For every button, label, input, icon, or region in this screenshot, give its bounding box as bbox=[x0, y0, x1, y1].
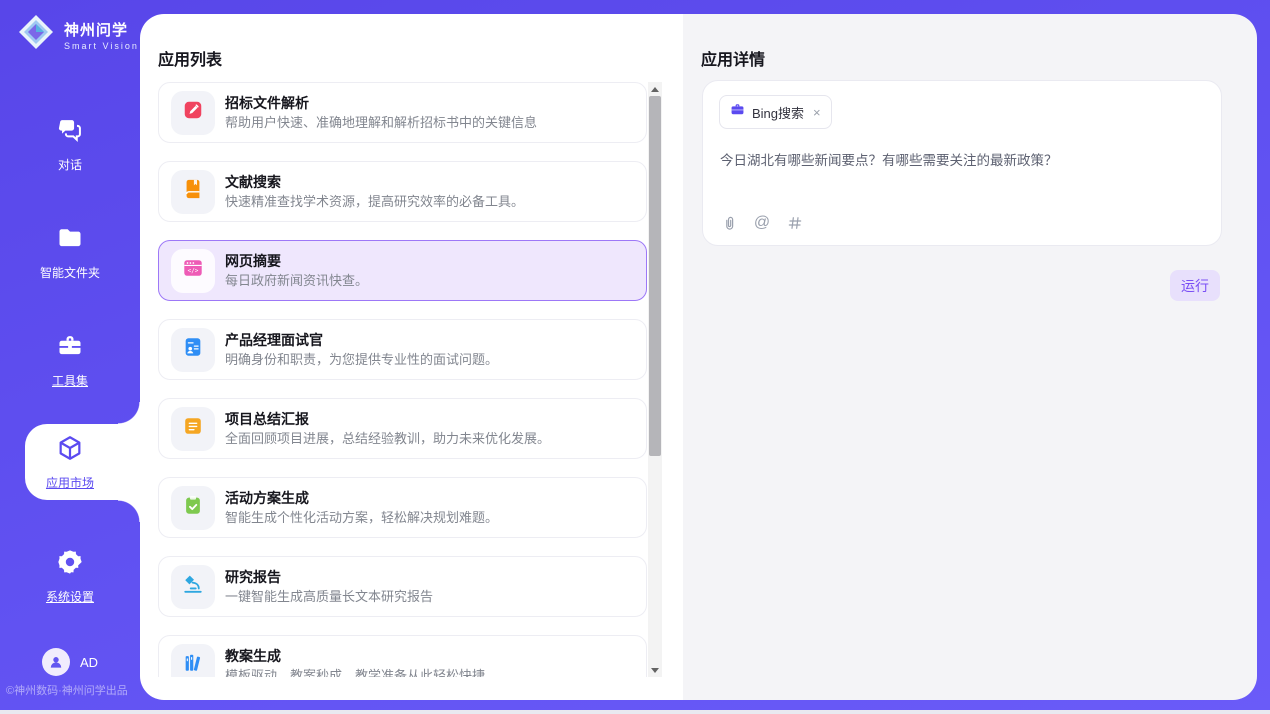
edit-square-icon bbox=[182, 99, 204, 126]
app-detail-title: 应用详情 bbox=[701, 46, 765, 70]
sidebar-item-cube[interactable]: 应用市场 bbox=[0, 424, 140, 500]
copyright-text: ©神州数码·神州问学出品 bbox=[6, 682, 128, 698]
sidebar-item-label: 系统设置 bbox=[46, 588, 94, 605]
briefcase-icon bbox=[730, 102, 745, 122]
app-card-description: 每日政府新闻资讯快查。 bbox=[225, 271, 368, 290]
scrollbar-thumb[interactable] bbox=[649, 96, 661, 456]
diamond-logo-icon bbox=[16, 12, 56, 57]
app-list-title: 应用列表 bbox=[158, 46, 222, 70]
app-card-description: 明确身份和职责，为您提供专业性的面试问题。 bbox=[225, 350, 498, 369]
app-card-title: 教案生成 bbox=[225, 646, 485, 666]
tool-tag-bing-search[interactable]: Bing搜索 × bbox=[719, 95, 832, 129]
user-initials: AD bbox=[80, 655, 98, 670]
sidebar-item-label: 应用市场 bbox=[46, 474, 94, 491]
browser-icon: </> bbox=[182, 257, 204, 284]
app-card-title: 项目总结汇报 bbox=[225, 409, 550, 429]
sidebar-item-label: 工具集 bbox=[52, 372, 88, 389]
app-card-description: 全面回顾项目进展，总结经验教训，助力未来优化发展。 bbox=[225, 429, 550, 448]
app-cards-list: 招标文件解析 帮助用户快速、准确地理解和解析招标书中的关键信息 文献搜索 快速精… bbox=[158, 82, 647, 677]
app-list-section: 应用列表 招标文件解析 帮助用户快速、准确地理解和解析招标书中的关键信息 文献搜… bbox=[140, 14, 683, 700]
scroll-up-button[interactable] bbox=[648, 82, 662, 96]
main-panel: 应用列表 招标文件解析 帮助用户快速、准确地理解和解析招标书中的关键信息 文献搜… bbox=[140, 14, 1257, 700]
book-icon bbox=[182, 178, 204, 205]
scrollbar[interactable] bbox=[648, 82, 662, 677]
brand-name: 神州问学 bbox=[64, 19, 139, 40]
app-card-title: 研究报告 bbox=[225, 567, 433, 587]
app-card[interactable]: 产品经理面试官 明确身份和职责，为您提供专业性的面试问题。 bbox=[158, 319, 647, 380]
app-card[interactable]: 教案生成 模板驱动，教案秒成，教学准备从此轻松快捷 bbox=[158, 635, 647, 677]
sidebar: 神州问学 Smart Vision 对话 智能文件夹 工具集 应用市场 bbox=[0, 0, 140, 710]
tag-close-icon[interactable]: × bbox=[813, 106, 821, 119]
bottom-strip bbox=[0, 710, 1270, 714]
sidebar-item-label: 智能文件夹 bbox=[40, 264, 100, 281]
app-card-description: 快速精准查找学术资源，提高研究效率的必备工具。 bbox=[225, 192, 524, 211]
app-card-title: 活动方案生成 bbox=[225, 488, 498, 508]
app-card-description: 一键智能生成高质量长文本研究报告 bbox=[225, 587, 433, 606]
user-icon bbox=[47, 653, 65, 671]
scroll-down-button[interactable] bbox=[648, 663, 662, 677]
prompt-card: Bing搜索 × 今日湖北有哪些新闻要点？有哪些需要关注的最新政策？ @ bbox=[702, 80, 1222, 246]
sidebar-item-toolbox[interactable]: 工具集 bbox=[0, 324, 140, 396]
app-card-title: 产品经理面试官 bbox=[225, 330, 498, 350]
toolbox-icon bbox=[56, 332, 84, 365]
app-card[interactable]: </> 网页摘要 每日政府新闻资讯快查。 bbox=[158, 240, 647, 301]
app-card-title: 文献搜索 bbox=[225, 172, 524, 192]
chat-icon bbox=[56, 116, 84, 149]
app-card[interactable]: 研究报告 一键智能生成高质量长文本研究报告 bbox=[158, 556, 647, 617]
app-card[interactable]: 招标文件解析 帮助用户快速、准确地理解和解析招标书中的关键信息 bbox=[158, 82, 647, 143]
user-account[interactable]: AD bbox=[0, 648, 140, 676]
brand-logo: 神州问学 Smart Vision bbox=[16, 12, 139, 57]
run-button[interactable]: 运行 bbox=[1170, 270, 1220, 301]
mention-icon[interactable]: @ bbox=[753, 214, 771, 232]
tool-tag-label: Bing搜索 bbox=[752, 103, 804, 122]
gear-icon bbox=[56, 548, 84, 581]
app-card-description: 模板驱动，教案秒成，教学准备从此轻松快捷 bbox=[225, 666, 485, 677]
sidebar-item-gear[interactable]: 系统设置 bbox=[0, 540, 140, 612]
microscope-icon bbox=[182, 573, 204, 600]
paperclip-icon[interactable] bbox=[720, 214, 738, 232]
prompt-text[interactable]: 今日湖北有哪些新闻要点？有哪些需要关注的最新政策？ bbox=[720, 151, 1205, 171]
app-card-description: 智能生成个性化活动方案，轻松解决规划难题。 bbox=[225, 508, 498, 527]
hash-icon[interactable] bbox=[786, 214, 804, 232]
sidebar-item-label: 对话 bbox=[58, 156, 82, 173]
app-card[interactable]: 项目总结汇报 全面回顾项目进展，总结经验教训，助力未来优化发展。 bbox=[158, 398, 647, 459]
sidebar-item-chat[interactable]: 对话 bbox=[0, 108, 140, 180]
app-card-title: 网页摘要 bbox=[225, 251, 368, 271]
app-card-description: 帮助用户快速、准确地理解和解析招标书中的关键信息 bbox=[225, 113, 537, 132]
app-card[interactable]: 活动方案生成 智能生成个性化活动方案，轻松解决规划难题。 bbox=[158, 477, 647, 538]
app-card-title: 招标文件解析 bbox=[225, 93, 537, 113]
sidebar-item-folder[interactable]: 智能文件夹 bbox=[0, 216, 140, 288]
note-icon bbox=[182, 415, 204, 442]
avatar[interactable] bbox=[42, 648, 70, 676]
books-icon bbox=[182, 652, 204, 677]
svg-text:</>: </> bbox=[188, 268, 199, 275]
app-detail-section: 应用详情 Bing搜索 × 今日湖北有哪些新闻要点？有哪些需要关注的最新政策？ … bbox=[683, 14, 1257, 700]
clipboard-check-icon bbox=[182, 494, 204, 521]
resume-icon bbox=[182, 336, 204, 363]
brand-subtitle: Smart Vision bbox=[64, 41, 139, 51]
folder-icon bbox=[56, 224, 84, 257]
composer-toolbar: @ bbox=[720, 214, 804, 232]
cube-icon bbox=[56, 434, 84, 467]
app-card[interactable]: 文献搜索 快速精准查找学术资源，提高研究效率的必备工具。 bbox=[158, 161, 647, 222]
